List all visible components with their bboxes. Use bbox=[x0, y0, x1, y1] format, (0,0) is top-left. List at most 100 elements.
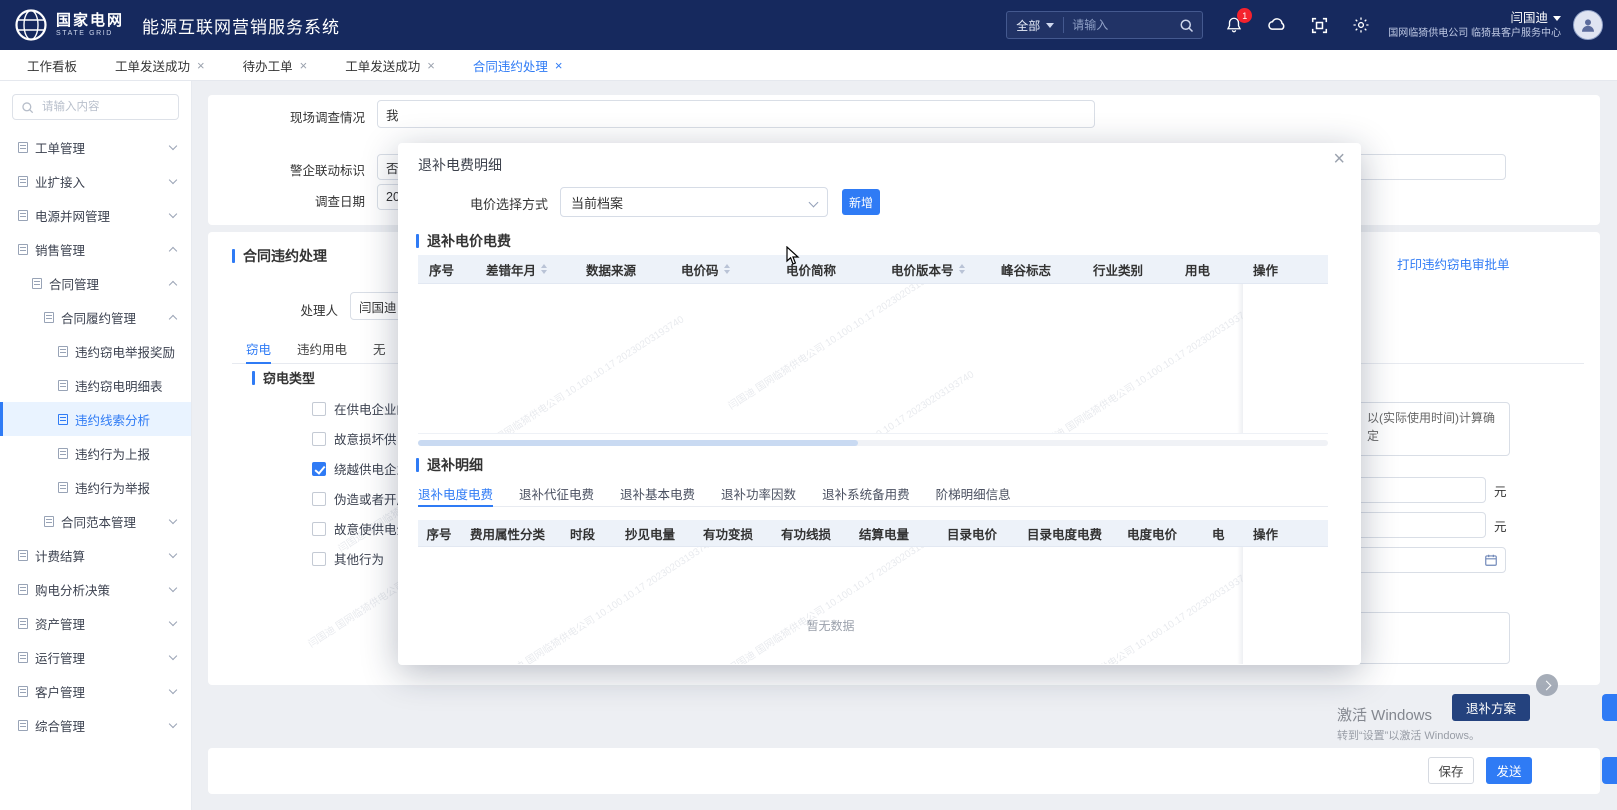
detail-tab[interactable]: 退补系统备用费 bbox=[822, 480, 910, 506]
column-header[interactable]: 目录电度电费 bbox=[1017, 520, 1117, 546]
checkbox[interactable] bbox=[312, 552, 326, 566]
violation-tab[interactable]: 违约用电 bbox=[297, 334, 347, 363]
column-header[interactable]: 峰谷标志 bbox=[991, 255, 1083, 283]
theft-type-option[interactable]: 绕越供电企业 bbox=[312, 458, 409, 479]
sidebar-item[interactable]: 计费结算 bbox=[0, 538, 191, 572]
column-header[interactable]: 电 bbox=[1202, 520, 1243, 546]
checkbox[interactable] bbox=[312, 402, 326, 416]
user-avatar[interactable] bbox=[1573, 10, 1603, 40]
sidebar-search-input[interactable] bbox=[40, 100, 170, 114]
column-header[interactable]: 数据来源 bbox=[576, 255, 671, 283]
column-header[interactable]: 操作 bbox=[1243, 520, 1328, 546]
watermark-text: 闫国迪 国网临猗供电公司 10.100.10.17 20230203193740 bbox=[724, 284, 946, 412]
column-header[interactable]: 电价码 bbox=[671, 255, 776, 283]
watermark-text: 闫国迪 国网临猗供电公司 10.100.10.17 20230203193740 bbox=[724, 547, 946, 664]
column-header[interactable]: 费用属性分类 bbox=[460, 520, 560, 546]
sort-icon[interactable] bbox=[541, 264, 547, 274]
sidebar-item[interactable]: 业扩接入 bbox=[0, 164, 191, 198]
sidebar-item[interactable]: 销售管理 bbox=[0, 232, 191, 266]
violation-tab[interactable]: 无 bbox=[373, 334, 386, 363]
column-header[interactable]: 电价版本号 bbox=[881, 255, 991, 283]
price-mode-select[interactable]: 当前档案 bbox=[560, 187, 828, 217]
column-header[interactable]: 电度电价 bbox=[1117, 520, 1202, 546]
sidebar-item[interactable]: 综合管理 bbox=[0, 708, 191, 742]
detail-tab[interactable]: 退补电度电费 bbox=[418, 480, 493, 506]
sort-icon[interactable] bbox=[959, 264, 965, 274]
close-icon[interactable] bbox=[197, 59, 205, 72]
send-button[interactable]: 发送 bbox=[1486, 757, 1532, 784]
add-button[interactable]: 新增 bbox=[842, 189, 880, 215]
nav-tab[interactable]: 待办工单 bbox=[224, 50, 327, 80]
checkbox[interactable] bbox=[312, 522, 326, 536]
column-header[interactable]: 行业类别 bbox=[1083, 255, 1175, 283]
search-input[interactable] bbox=[1064, 18, 1170, 32]
search-scope-select[interactable]: 全部 bbox=[1007, 12, 1063, 38]
open-tabs-bar: 工作看板 工单发送成功 待办工单 工单发送成功 bbox=[0, 50, 1617, 81]
nav-tab[interactable]: 工单发送成功 bbox=[326, 50, 454, 80]
checkbox[interactable] bbox=[312, 432, 326, 446]
save-button[interactable]: 保存 bbox=[1428, 757, 1474, 784]
scrollbar-thumb[interactable] bbox=[418, 440, 858, 446]
column-header[interactable]: 目录电价 bbox=[937, 520, 1017, 546]
detail-tab[interactable]: 阶梯明细信息 bbox=[936, 480, 1011, 506]
sidebar-item[interactable]: 违约窃电举报奖励 bbox=[0, 334, 191, 368]
detail-tab[interactable]: 退补代征电费 bbox=[519, 480, 594, 506]
sidebar-item[interactable]: 工单管理 bbox=[0, 130, 191, 164]
sidebar-item[interactable]: 违约线索分析 bbox=[0, 402, 191, 436]
detail-tab[interactable]: 退补基本电费 bbox=[620, 480, 695, 506]
close-icon[interactable] bbox=[1333, 149, 1345, 169]
chevron-icon bbox=[169, 141, 177, 149]
sidebar-item[interactable]: 运行管理 bbox=[0, 640, 191, 674]
column-header[interactable]: 时段 bbox=[560, 520, 615, 546]
sidebar-item[interactable]: 资产管理 bbox=[0, 606, 191, 640]
violation-tab[interactable]: 窃电 bbox=[246, 334, 271, 363]
theft-type-option[interactable]: 其他行为 bbox=[312, 548, 409, 569]
column-header[interactable]: 用电 bbox=[1175, 255, 1243, 283]
sidebar-item[interactable]: 购电分析决策 bbox=[0, 572, 191, 606]
checkbox[interactable] bbox=[312, 462, 326, 476]
column-header[interactable]: 结算电量 bbox=[849, 520, 937, 546]
watermark-text: 闫国迪 国网临猗供电公司 10.100.10.17 20230203193740 bbox=[754, 366, 976, 434]
nav-tab[interactable]: 工单发送成功 bbox=[96, 50, 224, 80]
sidebar-item[interactable]: 违约窃电明细表 bbox=[0, 368, 191, 402]
settings-button[interactable] bbox=[1352, 16, 1370, 34]
theft-type-option[interactable]: 伪造或者开启 bbox=[312, 488, 409, 509]
column-header[interactable]: 有功线损 bbox=[771, 520, 849, 546]
column-header[interactable]: 序号 bbox=[418, 255, 476, 283]
theft-type-option[interactable]: 在供电企业的 bbox=[312, 398, 409, 419]
user-menu[interactable]: 闫国迪 国网临猗供电公司 临猗县客户服务中心 bbox=[1388, 10, 1561, 39]
fullscreen-button[interactable] bbox=[1311, 17, 1328, 34]
expand-handle[interactable] bbox=[1536, 674, 1558, 696]
column-header[interactable]: 序号 bbox=[418, 520, 460, 546]
close-icon[interactable] bbox=[300, 59, 308, 72]
theft-type-option[interactable]: 故意损坏供电 bbox=[312, 428, 409, 449]
survey-situation-input[interactable] bbox=[377, 100, 1095, 128]
nav-tab[interactable]: 工作看板 bbox=[8, 50, 96, 80]
sort-icon[interactable] bbox=[724, 264, 730, 274]
column-header[interactable]: 有功变损 bbox=[693, 520, 771, 546]
cloud-sync-button[interactable] bbox=[1267, 17, 1287, 33]
sidebar-item[interactable]: 客户管理 bbox=[0, 674, 191, 708]
column-header[interactable]: 操作 bbox=[1243, 255, 1328, 283]
detail-tab[interactable]: 退补功率因数 bbox=[721, 480, 796, 506]
print-approval-link[interactable]: 打印违约窃电审批单 bbox=[1397, 254, 1510, 273]
column-header[interactable]: 电价简称 bbox=[776, 255, 881, 283]
sidebar-item[interactable]: 违约行为举报 bbox=[0, 470, 191, 504]
notification-button[interactable]: 1 bbox=[1225, 16, 1243, 34]
close-icon[interactable] bbox=[427, 59, 435, 72]
sidebar-item[interactable]: 违约行为上报 bbox=[0, 436, 191, 470]
side-drawer-handle[interactable] bbox=[1602, 757, 1617, 784]
nav-tab[interactable]: 合同违约处理 bbox=[454, 50, 582, 80]
close-icon[interactable] bbox=[555, 59, 563, 72]
checkbox[interactable] bbox=[312, 492, 326, 506]
sidebar-item[interactable]: 电源并网管理 bbox=[0, 198, 191, 232]
sidebar-item[interactable]: 合同管理 bbox=[0, 266, 191, 300]
column-header[interactable]: 抄见电量 bbox=[615, 520, 693, 546]
refund-plan-button[interactable]: 退补方案 bbox=[1452, 694, 1530, 721]
column-header[interactable]: 差错年月 bbox=[476, 255, 576, 283]
search-button[interactable] bbox=[1170, 12, 1202, 38]
sidebar-item[interactable]: 合同范本管理 bbox=[0, 504, 191, 538]
theft-type-option[interactable]: 故意使供电企 bbox=[312, 518, 409, 539]
sidebar-item[interactable]: 合同履约管理 bbox=[0, 300, 191, 334]
side-drawer-handle[interactable] bbox=[1602, 694, 1617, 721]
